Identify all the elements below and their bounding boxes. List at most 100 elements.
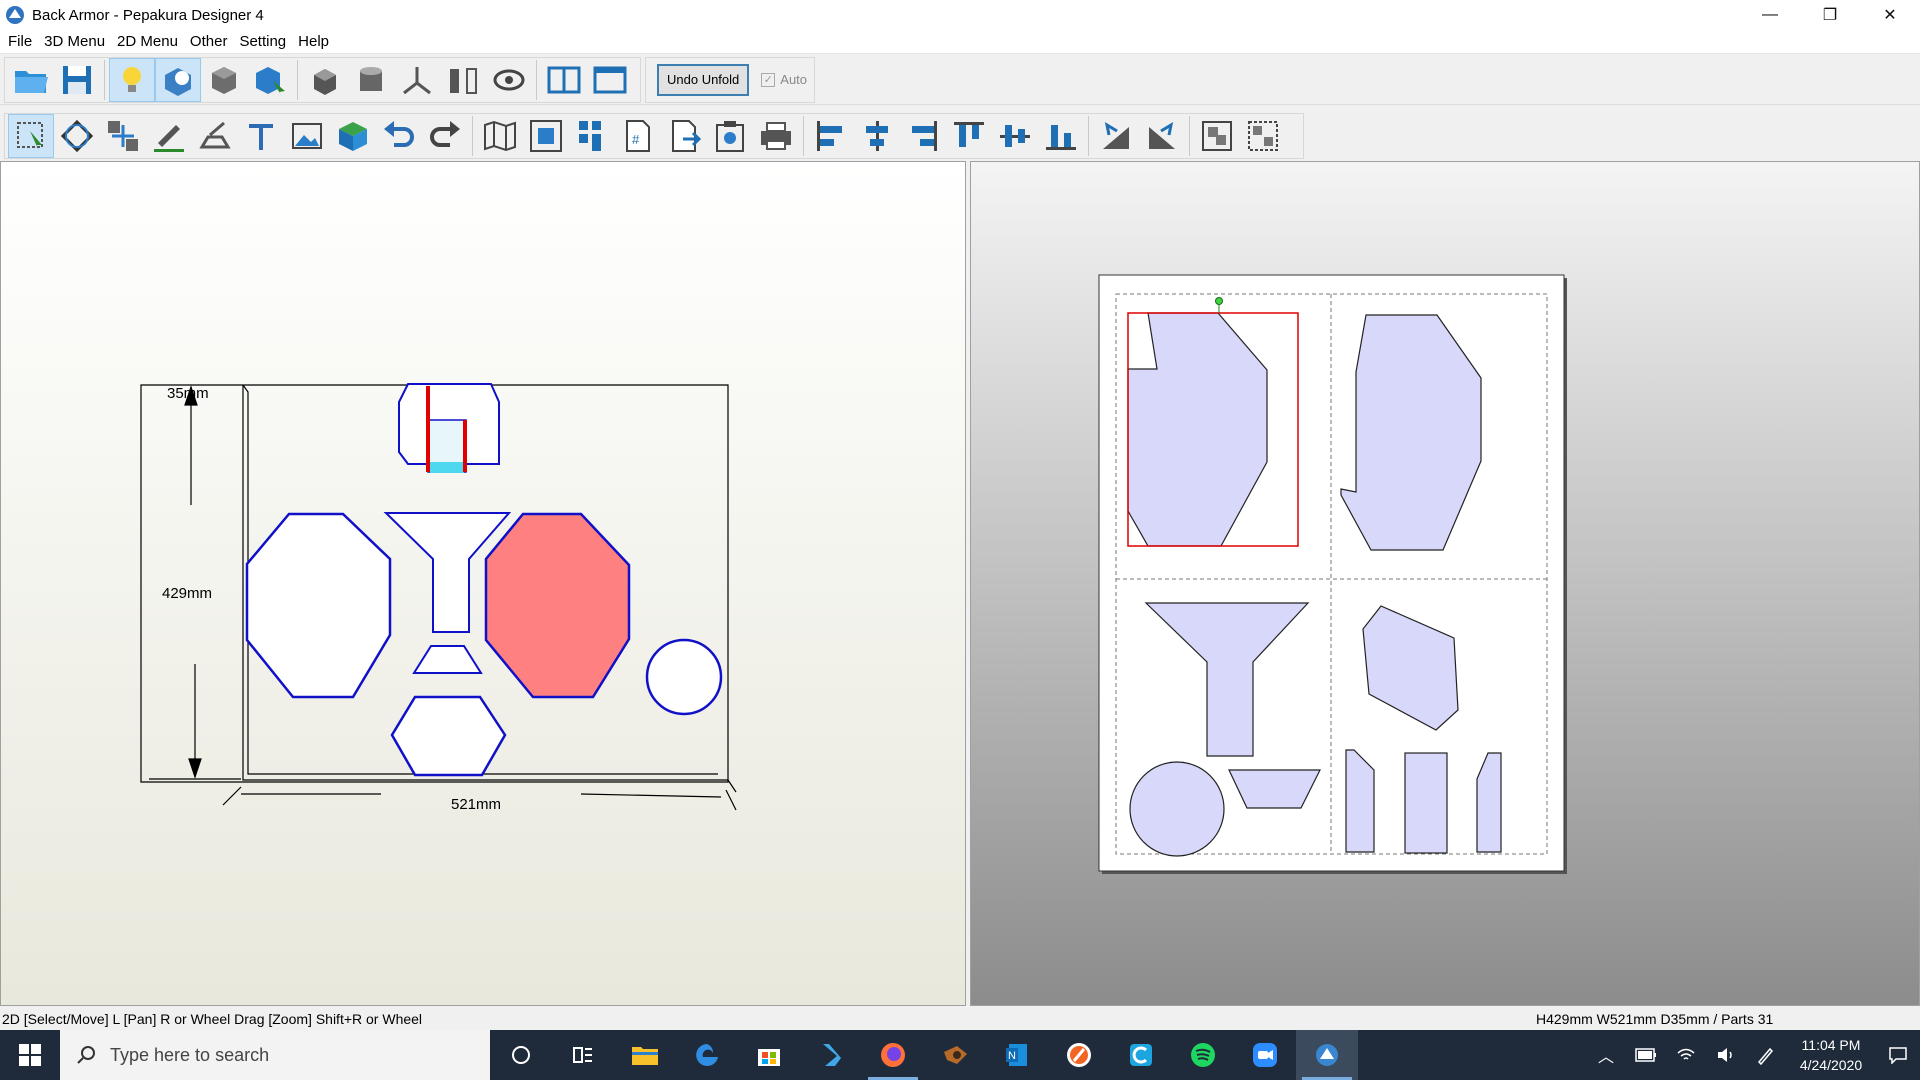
- status-dimensions-text: H429mm W521mm D35mm / Parts 31: [1536, 1011, 1774, 1027]
- lightbulb-icon[interactable]: [109, 57, 155, 102]
- minimize-button[interactable]: —: [1740, 0, 1800, 30]
- align-center-icon[interactable]: [854, 114, 900, 158]
- select-3d-icon[interactable]: [201, 58, 247, 102]
- title-bar: Back Armor - Pepakura Designer 4 — ❐ ✕: [0, 0, 1920, 30]
- axis-icon[interactable]: [394, 58, 440, 102]
- ungroup-icon[interactable]: [1240, 114, 1286, 158]
- auto-label: Auto: [780, 72, 808, 87]
- eye-rotate-icon[interactable]: [486, 58, 532, 102]
- rotate-handle[interactable]: [1215, 297, 1223, 305]
- notification-icon[interactable]: [1876, 1046, 1920, 1064]
- restore-button[interactable]: ❐: [1800, 0, 1860, 30]
- image-icon[interactable]: [284, 114, 330, 158]
- menu-file[interactable]: File: [2, 30, 38, 54]
- menu-help[interactable]: Help: [292, 30, 335, 54]
- rotate-part-icon[interactable]: [54, 114, 100, 158]
- cube-rotate-icon[interactable]: [302, 58, 348, 102]
- unfold-part-circle[interactable]: [1129, 761, 1225, 857]
- menu-2d[interactable]: 2D Menu: [111, 30, 184, 54]
- flip-left-icon[interactable]: [1093, 114, 1139, 158]
- menu-setting[interactable]: Setting: [233, 30, 292, 54]
- toolbar-group-unfold: Undo Unfold ✓ Auto: [645, 56, 815, 103]
- battery-icon[interactable]: [1626, 1048, 1666, 1062]
- taskbar-search-box[interactable]: Type here to search: [60, 1030, 490, 1080]
- redo-icon[interactable]: [422, 114, 468, 158]
- check-icon: ✓: [761, 72, 776, 87]
- model-part-hexagon[interactable]: [390, 695, 507, 777]
- firefox-icon[interactable]: [862, 1030, 924, 1080]
- print-preview-icon[interactable]: [707, 114, 753, 158]
- pen-icon[interactable]: [1746, 1045, 1786, 1065]
- 2d-unfold-pane[interactable]: [970, 161, 1920, 1006]
- single-view-icon[interactable]: [587, 58, 633, 102]
- flip-right-icon[interactable]: [1139, 114, 1185, 158]
- model-part-selected-octagon[interactable]: [484, 512, 631, 699]
- align-top-icon[interactable]: [946, 114, 992, 158]
- model-part-trapezoid[interactable]: [412, 645, 483, 674]
- export-page-icon[interactable]: [661, 114, 707, 158]
- cylinder-icon[interactable]: [348, 58, 394, 102]
- toolbar-group-2d: #: [4, 113, 1304, 159]
- model-part-top[interactable]: [398, 383, 500, 473]
- menu-bar: File 3D Menu 2D Menu Other Setting Help: [0, 30, 1920, 54]
- align-bottom-icon[interactable]: [1038, 114, 1084, 158]
- edge-icon[interactable]: [676, 1030, 738, 1080]
- split-view-icon[interactable]: [541, 58, 587, 102]
- edit-flap-icon[interactable]: [192, 114, 238, 158]
- join-edges-icon[interactable]: [440, 58, 486, 102]
- taskbar-clock[interactable]: 11:04 PM 4/24/2020: [1786, 1035, 1876, 1075]
- unfold-part-strip-2[interactable]: [1404, 752, 1448, 854]
- 3d-view-pane[interactable]: 35mm 429mm 521mm: [0, 161, 966, 1006]
- move-parts-icon[interactable]: [100, 114, 146, 158]
- select-3d-arrow-icon[interactable]: [247, 58, 293, 102]
- app-orange-icon[interactable]: [1048, 1030, 1110, 1080]
- arrange-grid-icon[interactable]: [569, 114, 615, 158]
- cortana-icon[interactable]: [490, 1030, 552, 1080]
- text-icon[interactable]: [238, 114, 284, 158]
- volume-icon[interactable]: [1706, 1047, 1746, 1063]
- spotify-icon[interactable]: [1172, 1030, 1234, 1080]
- model-part-circle[interactable]: [645, 638, 723, 716]
- align-left-icon[interactable]: [808, 114, 854, 158]
- pencil-line-icon[interactable]: [146, 114, 192, 158]
- 2d-layout-canvas[interactable]: [971, 162, 1919, 1005]
- align-middle-icon[interactable]: [992, 114, 1038, 158]
- wifi-icon[interactable]: [1666, 1047, 1706, 1063]
- color-cube-icon[interactable]: [330, 114, 376, 158]
- unfold-view-icon[interactable]: [155, 57, 201, 102]
- align-right-icon[interactable]: [900, 114, 946, 158]
- store-icon[interactable]: [738, 1030, 800, 1080]
- undo-icon[interactable]: [376, 114, 422, 158]
- print-icon[interactable]: [753, 114, 799, 158]
- page-number-icon[interactable]: #: [615, 114, 661, 158]
- onenote-icon[interactable]: N: [986, 1030, 1048, 1080]
- map-icon[interactable]: [477, 114, 523, 158]
- toolbar-separator: [1189, 116, 1190, 156]
- ccleaner-icon[interactable]: [1110, 1030, 1172, 1080]
- select-move-icon[interactable]: [8, 114, 54, 158]
- blender-icon[interactable]: [924, 1030, 986, 1080]
- menu-other[interactable]: Other: [184, 30, 234, 54]
- 3d-model-canvas[interactable]: [1, 162, 965, 1005]
- close-button[interactable]: ✕: [1860, 0, 1920, 30]
- chevron-up-icon[interactable]: ︿: [1586, 1043, 1626, 1067]
- unfold-part-strip-1[interactable]: [1345, 749, 1375, 853]
- status-bar: 2D [Select/Move] L [Pan] R or Wheel Drag…: [0, 1008, 1920, 1030]
- fit-page-icon[interactable]: [523, 114, 569, 158]
- height-dimension-label: 429mm: [162, 585, 213, 602]
- menu-3d[interactable]: 3D Menu: [38, 30, 111, 54]
- file-explorer-icon[interactable]: [614, 1030, 676, 1080]
- task-view-icon[interactable]: [552, 1030, 614, 1080]
- start-button[interactable]: [0, 1030, 60, 1080]
- save-disk-icon[interactable]: [54, 58, 100, 102]
- undo-unfold-button[interactable]: Undo Unfold: [657, 63, 750, 96]
- toolbar-separator: [1088, 116, 1089, 156]
- pepakura-icon[interactable]: [1296, 1030, 1358, 1080]
- open-folder-icon[interactable]: [8, 58, 54, 102]
- group-icon[interactable]: [1194, 114, 1240, 158]
- vscode-icon[interactable]: [800, 1030, 862, 1080]
- search-icon: [77, 1046, 95, 1064]
- auto-checkbox[interactable]: ✓ Auto: [761, 72, 807, 87]
- zoom-icon[interactable]: [1234, 1030, 1296, 1080]
- model-part-left-octagon[interactable]: [245, 512, 392, 699]
